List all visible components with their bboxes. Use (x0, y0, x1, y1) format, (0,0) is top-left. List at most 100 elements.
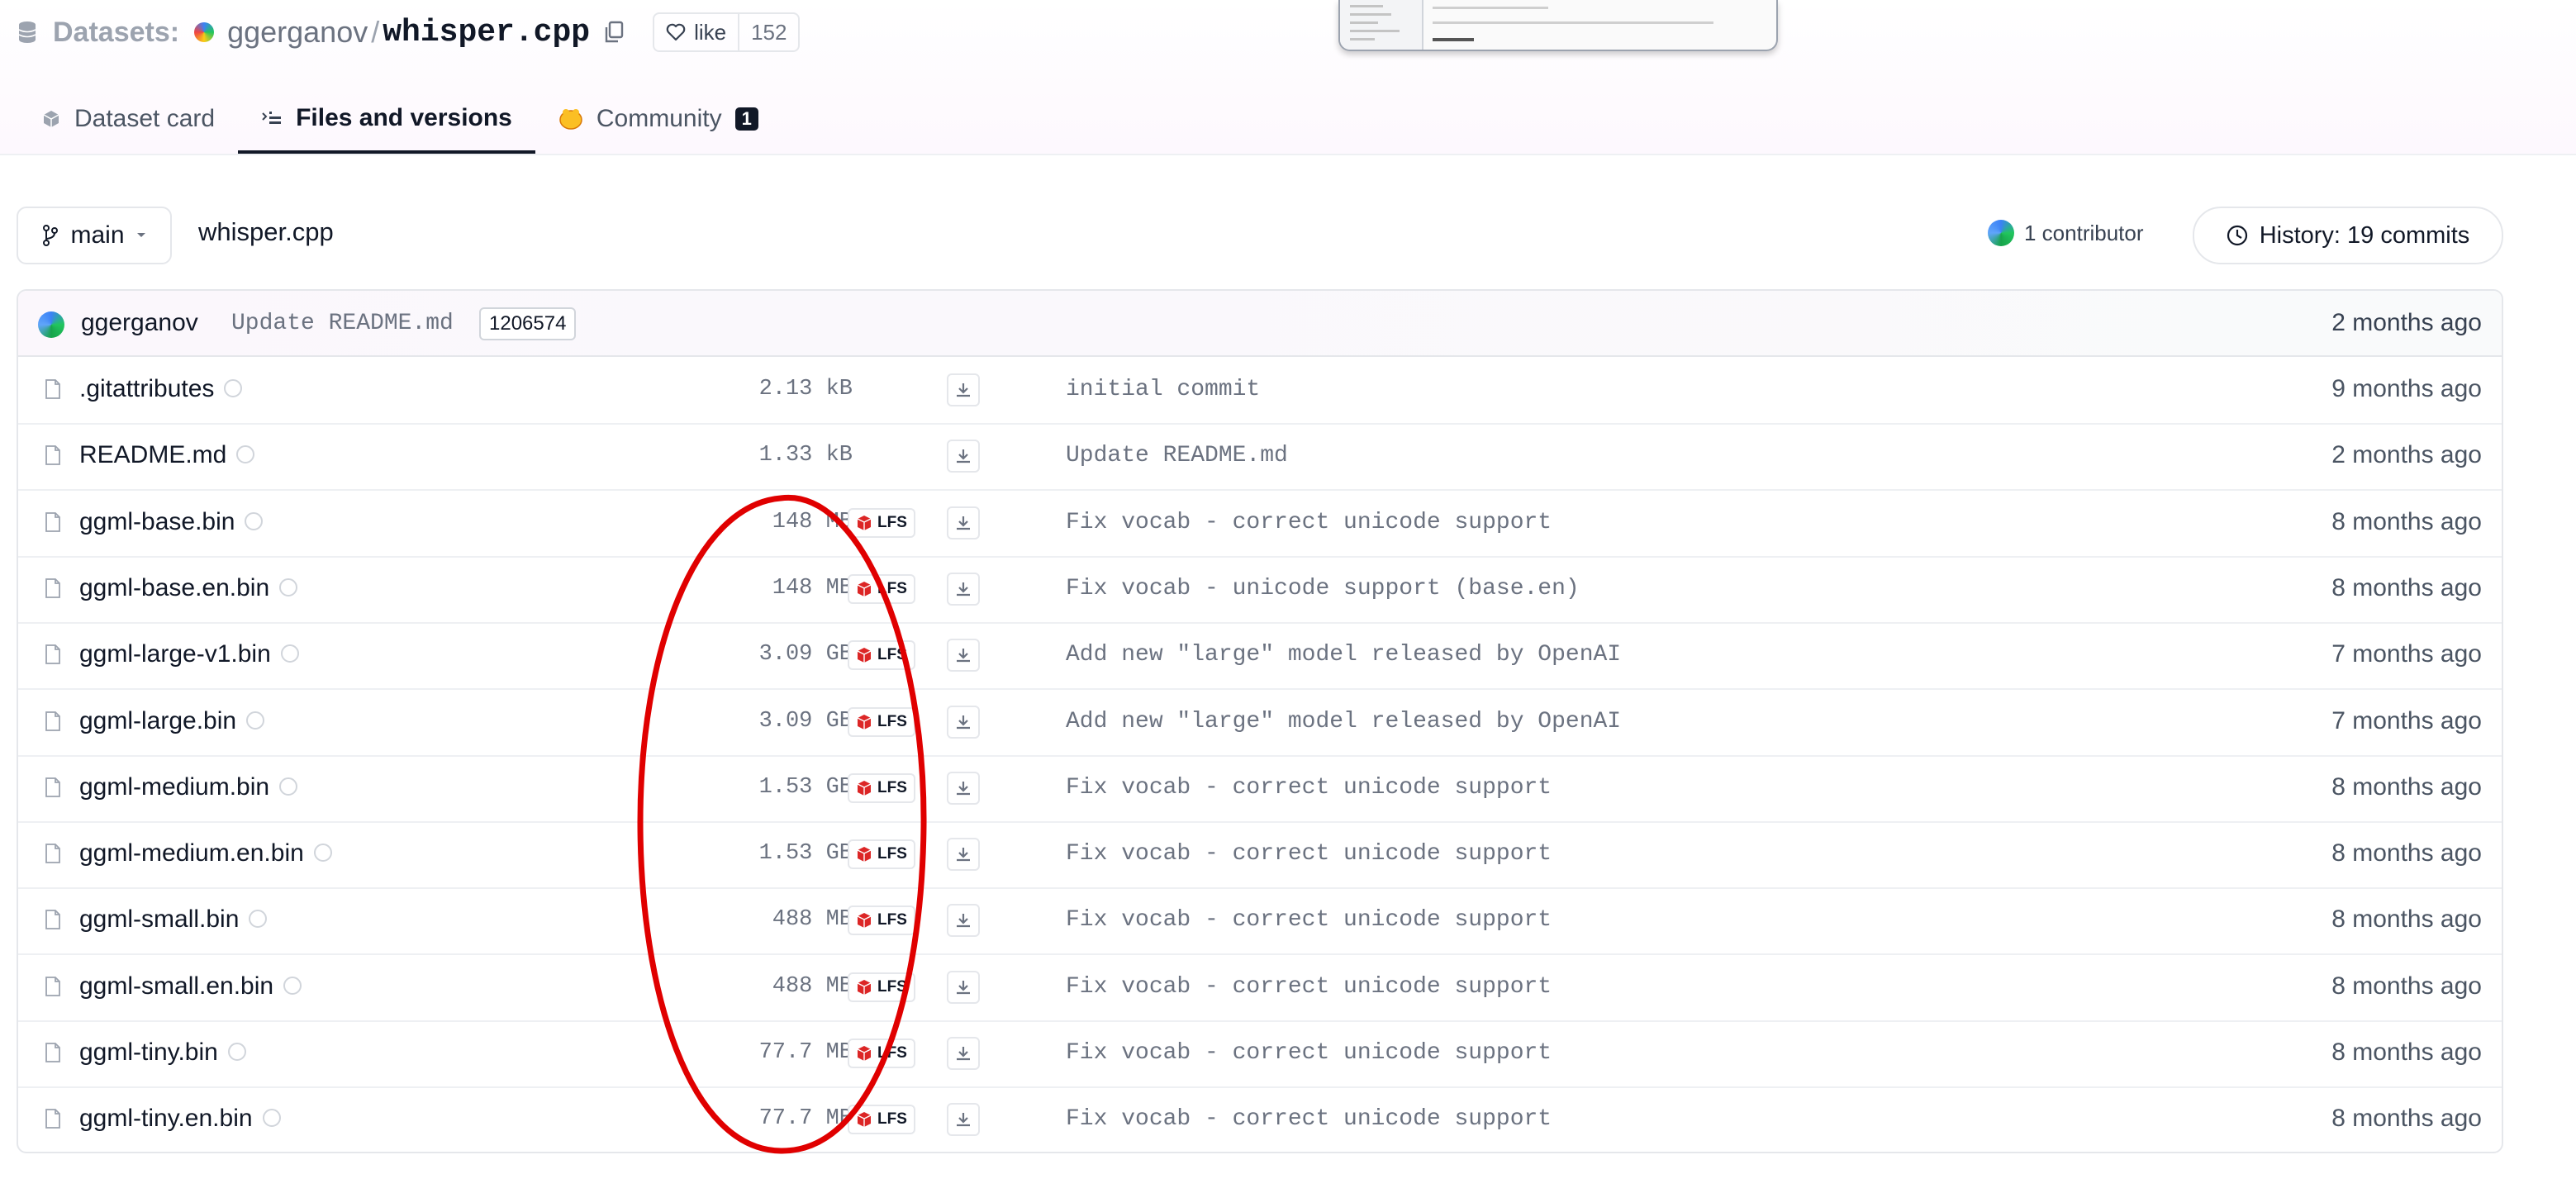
file-icon (45, 711, 60, 731)
file-size: 488 MB (772, 973, 853, 999)
lfs-badge: LFS (848, 972, 915, 1002)
file-size: 77.7 MB (758, 1040, 853, 1065)
owner-link[interactable]: ggerganov (227, 15, 368, 50)
branch-name: main (70, 221, 125, 249)
file-commit-message[interactable]: Fix vocab - unicode support (base.en) (1066, 576, 1580, 601)
file-row[interactable]: ggml-medium.en.bin 1.53 GB LFS Fix vocab… (18, 821, 2502, 890)
community-icon (559, 109, 582, 130)
file-row[interactable]: ggml-large-v1.bin 3.09 GB LFS Add new "l… (18, 622, 2502, 691)
floating-preview-thumbnail[interactable] (1338, 0, 1778, 51)
file-icon (45, 844, 60, 863)
download-button[interactable] (947, 1103, 980, 1137)
file-icon (45, 910, 60, 930)
file-icon (45, 511, 60, 532)
file-size: 488 MB (772, 907, 853, 933)
file-commit-message[interactable]: Fix vocab - correct unicode support (1066, 907, 1552, 933)
file-name-link[interactable]: .gitattributes (79, 375, 243, 403)
file-commit-message[interactable]: Fix vocab - correct unicode support (1066, 510, 1552, 535)
download-icon (957, 914, 970, 928)
lfs-cube-icon (857, 1046, 872, 1061)
download-button[interactable] (947, 771, 980, 805)
download-button[interactable] (947, 1037, 980, 1070)
file-row[interactable]: ggml-base.bin 148 MB LFS Fix vocab - cor… (18, 490, 2502, 558)
file-commit-message[interactable]: Fix vocab - correct unicode support (1066, 1106, 1552, 1132)
file-row[interactable]: ggml-large.bin 3.09 GB LFS Add new "larg… (18, 689, 2502, 757)
file-name-link[interactable]: ggml-base.bin (79, 508, 264, 536)
file-commit-message[interactable]: Fix vocab - correct unicode support (1066, 841, 1552, 867)
file-commit-message[interactable]: Add new "large" model released by OpenAI (1066, 709, 1621, 734)
download-icon (957, 781, 970, 795)
commit-message[interactable]: Update README.md (231, 311, 454, 336)
lfs-badge: LFS (848, 1039, 915, 1068)
file-row[interactable]: .gitattributes 2.13 kB initial commit 9 … (18, 357, 2502, 425)
file-commit-message[interactable]: Update README.md (1066, 443, 1288, 468)
file-name-link[interactable]: ggml-medium.bin (79, 773, 298, 801)
lfs-badge: LFS (848, 1105, 915, 1135)
file-icon (45, 644, 60, 665)
download-button[interactable] (947, 970, 980, 1004)
repo-header: Datasets: ggerganov / whisper.cpp like 1… (0, 0, 2576, 155)
file-row[interactable]: ggml-small.en.bin 488 MB LFS Fix vocab -… (18, 954, 2502, 1022)
download-icon (957, 649, 970, 663)
download-button[interactable] (947, 904, 980, 938)
branch-selector[interactable]: main (17, 207, 172, 264)
file-name-link[interactable]: ggml-large.bin (79, 707, 265, 735)
download-button[interactable] (947, 506, 980, 539)
contributors-link[interactable]: 1 contributor (1988, 220, 2144, 246)
download-button[interactable] (947, 639, 980, 673)
file-commit-message[interactable]: Add new "large" model released by OpenAI (1066, 642, 1621, 668)
last-commit-row: ggerganov Update README.md 1206574 2 mon… (18, 291, 2502, 357)
file-icon (45, 777, 60, 797)
tab-community[interactable]: Community 1 (535, 86, 782, 152)
file-commit-message[interactable]: Fix vocab - correct unicode support (1066, 775, 1552, 801)
path-separator: / (371, 15, 380, 49)
download-button[interactable] (947, 838, 980, 872)
datasets-label[interactable]: Datasets: (53, 17, 179, 49)
file-commit-message[interactable]: initial commit (1066, 377, 1260, 402)
file-row[interactable]: README.md 1.33 kB Update README.md 2 mon… (18, 423, 2502, 492)
tab-files-and-versions[interactable]: Files and versions (238, 86, 535, 154)
file-name-link[interactable]: ggml-small.bin (79, 905, 268, 934)
file-name-link[interactable]: ggml-base.en.bin (79, 574, 298, 602)
tab-label: Files and versions (296, 104, 512, 131)
file-size: 148 MB (772, 509, 853, 535)
commit-hash[interactable]: 1206574 (479, 307, 577, 340)
lfs-cube-icon (857, 1112, 872, 1128)
download-button[interactable] (947, 705, 980, 739)
file-row[interactable]: ggml-medium.bin 1.53 GB LFS Fix vocab - … (18, 755, 2502, 823)
download-button[interactable] (947, 572, 980, 606)
file-size: 1.53 GB (758, 841, 853, 867)
file-row[interactable]: ggml-tiny.en.bin 77.7 MB LFS Fix vocab -… (18, 1086, 2502, 1152)
file-commit-time: 9 months ago (2331, 375, 2482, 402)
breadcrumb-path[interactable]: whisper.cpp (198, 217, 334, 247)
file-name-link[interactable]: README.md (79, 441, 255, 469)
chevron-down-icon (136, 233, 145, 237)
history-button[interactable]: History: 19 commits (2193, 207, 2503, 264)
file-name-link[interactable]: ggml-large-v1.bin (79, 640, 299, 668)
lfs-cube-icon (857, 714, 872, 730)
download-icon (957, 1047, 970, 1061)
like-count[interactable]: 152 (738, 14, 798, 50)
file-row[interactable]: ggml-tiny.bin 77.7 MB LFS Fix vocab - co… (18, 1020, 2502, 1088)
file-commit-time: 8 months ago (2331, 839, 2482, 867)
download-button[interactable] (947, 373, 980, 406)
file-commit-message[interactable]: Fix vocab - correct unicode support (1066, 1040, 1552, 1066)
file-name-link[interactable]: ggml-small.en.bin (79, 972, 302, 1001)
lfs-badge: LFS (848, 905, 915, 936)
download-button[interactable] (947, 440, 980, 473)
like-button[interactable]: like (654, 14, 738, 50)
commit-author[interactable]: ggerganov (81, 309, 198, 337)
file-icon (45, 976, 60, 996)
file-commit-message[interactable]: Fix vocab - correct unicode support (1066, 974, 1552, 1000)
file-name-link[interactable]: ggml-tiny.en.bin (79, 1105, 281, 1133)
file-name-link[interactable]: ggml-tiny.bin (79, 1039, 246, 1067)
repo-name-link[interactable]: whisper.cpp (383, 15, 590, 50)
file-row[interactable]: ggml-base.en.bin 148 MB LFS Fix vocab - … (18, 556, 2502, 624)
file-icon (45, 1043, 60, 1062)
file-name-link[interactable]: ggml-medium.en.bin (79, 839, 332, 867)
tab-dataset-card[interactable]: Dataset card (18, 86, 238, 152)
download-icon (957, 449, 970, 463)
file-row[interactable]: ggml-small.bin 488 MB LFS Fix vocab - co… (18, 887, 2502, 956)
file-size: 148 MB (772, 575, 853, 601)
copy-icon[interactable] (603, 21, 625, 44)
